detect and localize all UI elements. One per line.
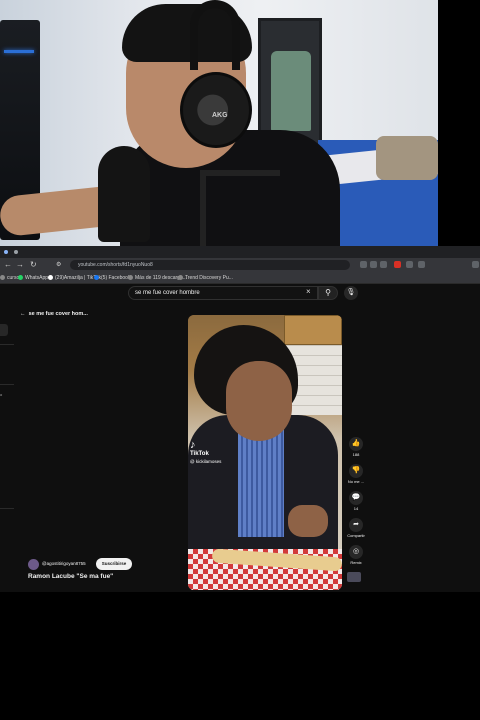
hanging-clothes [271, 51, 311, 131]
sound-thumbnail[interactable] [347, 572, 361, 582]
video-cabinet [284, 315, 342, 345]
back-arrow-icon[interactable]: ← [4, 260, 12, 270]
video-person-shirt [238, 427, 284, 537]
clear-search-icon[interactable]: × [306, 287, 311, 297]
address-bar-row: ← → ↻ ⚙ youtube.com/shorts/fd1nyuoNuo8 [0, 258, 480, 272]
dislike-button[interactable]: 👎 No me ... [345, 464, 367, 485]
microphone-arm [200, 170, 280, 246]
share-label: Compartir [347, 533, 365, 538]
video-title[interactable]: Ramon Lacube "Se ma fue" [28, 573, 113, 581]
reload-icon[interactable]: ↻ [30, 260, 37, 270]
search-icon: ⚲ [325, 288, 331, 297]
like-button[interactable]: 👍 188 [345, 437, 367, 458]
tiktok-watermark: ♪ TikTok [190, 439, 209, 458]
youtube-page: se me fue cover hombre × ⚲ 🎙 ← se me fue… [0, 284, 480, 592]
bookmarks-bar: cursos WhatsApp (29)Amazilja | TikTok (5… [0, 272, 480, 284]
side-panel-toggle[interactable] [0, 324, 8, 336]
forward-arrow-icon[interactable]: → [16, 260, 24, 270]
site-info-icon[interactable]: ⚙ [56, 260, 61, 270]
facebook-icon [94, 275, 99, 281]
headphone-earcup [180, 72, 252, 148]
back-to-results[interactable]: ← se me fue cover hom... [20, 310, 88, 318]
tiktok-logo-icon: ♪ [190, 439, 196, 451]
stream-frame: AKG ← → ↻ ⚙ youtube.com/shorts/fd1nyuoNu… [0, 0, 480, 720]
tab-indicator-icon[interactable] [14, 250, 18, 254]
browser-window: ← → ↻ ⚙ youtube.com/shorts/fd1nyuoNuo8 c… [0, 246, 480, 592]
thumbs-up-icon: 👍 [349, 437, 363, 451]
tab-strip [0, 246, 480, 258]
profile-icon[interactable] [472, 261, 479, 268]
bookmark-item[interactable]: Trend Discovery Pu... [178, 274, 233, 282]
side-panel-text: o [0, 392, 3, 397]
extension-icon[interactable] [394, 261, 401, 268]
extension-icon[interactable] [360, 261, 367, 268]
results-title: se me fue cover hom... [28, 311, 88, 317]
short-video-player[interactable]: ♪ TikTok @ kickilamoses [188, 315, 342, 590]
pc-led [4, 50, 34, 53]
subscribe-button[interactable]: Suscribirse [96, 558, 132, 570]
headphone-band [190, 0, 240, 70]
extension-icon[interactable] [370, 261, 377, 268]
pillow [376, 136, 438, 180]
search-button[interactable]: ⚲ [318, 286, 338, 300]
letterbox-bottom [0, 592, 480, 720]
bookmark-item[interactable]: (5) Facebook [94, 274, 130, 282]
divider [0, 384, 14, 385]
bookmark-icon [128, 275, 133, 281]
remix-label: Remix [350, 560, 362, 565]
bookmark-label: (5) Facebook [101, 275, 131, 281]
divider [0, 344, 14, 345]
bookmark-icon [178, 275, 183, 281]
divider [0, 508, 14, 509]
tiktok-icon [48, 275, 53, 281]
video-person-head [226, 361, 292, 441]
microphone [98, 146, 150, 242]
avatar[interactable] [28, 559, 39, 570]
dislike-label: No me ... [347, 479, 365, 484]
voice-search-button[interactable]: 🎙 [344, 286, 358, 300]
microphone-icon: 🎙 [346, 289, 356, 296]
bookmark-icon [0, 275, 5, 281]
like-count: 188 [352, 452, 360, 457]
bookmark-label: WhatsApp [25, 275, 49, 281]
back-arrow-icon: ← [20, 311, 26, 317]
extension-icon[interactable] [406, 261, 413, 268]
headphone-brand: AKG [212, 112, 228, 119]
video-person-hand [288, 505, 328, 537]
search-input[interactable]: se me fue cover hombre [128, 286, 318, 300]
comment-icon: 💬 [349, 491, 363, 505]
extension-icon[interactable] [418, 261, 425, 268]
share-button[interactable]: ➦ Compartir [345, 518, 367, 539]
channel-name[interactable]: @agostitirigoyan8755 [42, 561, 86, 567]
whatsapp-icon [18, 275, 23, 281]
bookmark-item[interactable]: WhatsApp [18, 274, 48, 282]
url-field[interactable]: youtube.com/shorts/fd1nyuoNuo8 [70, 260, 350, 270]
tab-indicator-icon[interactable] [4, 250, 8, 254]
comment-count: 14 [353, 506, 359, 511]
remix-icon: ◎ [349, 545, 363, 559]
bookmark-label: Trend Discovery Pu... [185, 275, 233, 281]
letterbox-right [438, 0, 480, 246]
tiktok-wordmark: TikTok [190, 451, 209, 457]
webcam-feed: AKG [0, 0, 438, 246]
extension-icon[interactable] [380, 261, 387, 268]
share-icon: ➦ [349, 518, 363, 532]
comments-button[interactable]: 💬 14 [345, 491, 367, 512]
thumbs-down-icon: 👎 [349, 464, 363, 478]
tiktok-handle: @ kickilamoses [190, 459, 222, 464]
remix-button[interactable]: ◎ Remix [345, 545, 367, 566]
